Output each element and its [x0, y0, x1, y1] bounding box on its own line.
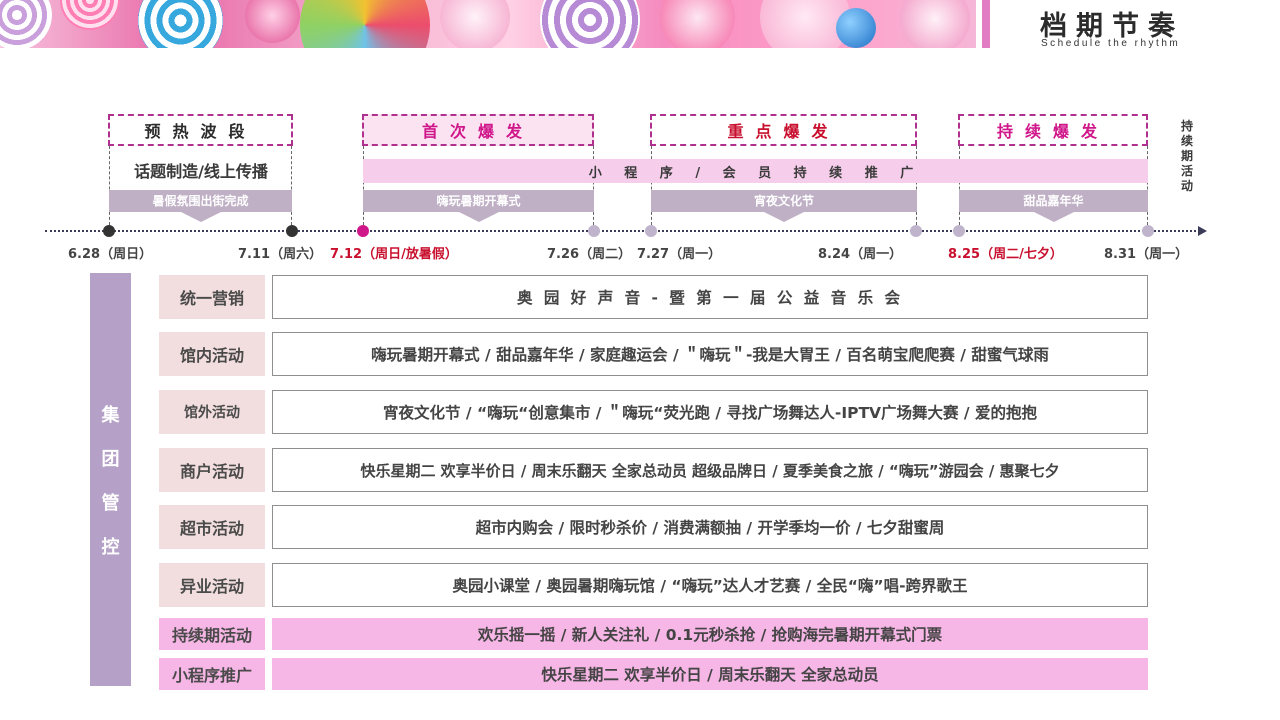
row-label-miniapp: 小程序推广 — [159, 658, 265, 690]
group-control-label: 集 团 管 控 — [90, 273, 131, 686]
divider — [291, 146, 292, 230]
timeline-arrow-icon — [1198, 226, 1207, 236]
phase-continuous-burst: 持续爆发 — [958, 114, 1148, 146]
candy-lollipop-icon — [60, 0, 120, 30]
row-content-indoor: 嗨玩暑期开幕式 / 甜品嘉年华 / 家庭趣运会 / ＂嗨玩＂-我是大胃王 / 百… — [272, 332, 1148, 376]
candy-lollipop-icon — [540, 0, 640, 48]
phase-first-burst: 首次爆发 — [362, 114, 594, 146]
row-content-unified-marketing: 奥 园 好 声 音 - 暨 第 一 届 公 益 音 乐 会 — [272, 275, 1148, 319]
row-label-unified-marketing: 统一营销 — [159, 275, 265, 319]
candy-lollipop-icon — [836, 8, 876, 48]
candy-lollipop-icon — [660, 0, 735, 48]
timeline-axis — [45, 230, 1200, 232]
date-label: 7.11（周六） — [238, 247, 323, 262]
candy-lollipop-icon — [0, 0, 52, 48]
row-content-continuous: 欢乐摇一摇 / 新人关注礼 / 0.1元秒杀抢 / 抢购海完暑期开幕式门票 — [272, 618, 1148, 650]
row-content-merchant: 快乐星期二 欢享半价日 / 周末乐翻天 全家总动员 超级品牌日 / 夏季美食之旅… — [272, 448, 1148, 492]
row-label-supermarket: 超市活动 — [159, 505, 265, 549]
timeline-dot — [953, 225, 965, 237]
divider — [109, 146, 110, 230]
candy-lollipop-icon — [440, 0, 510, 48]
row-label-merchant: 商户活动 — [159, 448, 265, 492]
event-tag-dessert-carnival: 甜品嘉年华 — [959, 190, 1148, 212]
timeline-dot — [103, 225, 115, 237]
candy-lollipop-icon — [900, 0, 970, 48]
row-content-outdoor: 宵夜文化节 / “嗨玩“创意集市 / ＂嗨玩“荧光跑 / 寻找广场舞达人-IPT… — [272, 390, 1148, 434]
date-label: 7.27（周一） — [637, 247, 722, 262]
timeline-dot — [910, 225, 922, 237]
timeline-dot — [1142, 225, 1154, 237]
topic-creation-text: 话题制造/线上传播 — [134, 162, 268, 181]
page-subtitle: Schedule the rhythm — [1041, 38, 1181, 49]
row-label-continuous: 持续期活动 — [159, 618, 265, 650]
date-label: 8.25（周二/七夕） — [948, 247, 1063, 262]
date-label: 7.26（周二） — [547, 247, 632, 262]
row-label-indoor: 馆内活动 — [159, 332, 265, 376]
timeline-dot — [588, 225, 600, 237]
row-label-outdoor: 馆外活动 — [159, 390, 265, 434]
candy-lollipop-icon — [138, 0, 223, 48]
timeline-dot — [645, 225, 657, 237]
candy-lollipop-icon — [245, 0, 300, 43]
row-content-crossover: 奥园小课堂 / 奥园暑期嗨玩馆 / “嗨玩”达人才艺赛 / 全民“嗨”唱-跨界歌… — [272, 563, 1148, 607]
candy-lollipop-icon — [300, 0, 430, 48]
date-label: 8.24（周一） — [818, 247, 903, 262]
timeline-dot — [357, 225, 369, 237]
phase-key-burst: 重点爆发 — [650, 114, 917, 146]
row-content-miniapp: 快乐星期二 欢享半价日 / 周末乐翻天 全家总动员 — [272, 658, 1148, 690]
timeline-dot — [286, 225, 298, 237]
phase-preheat: 预热波段 — [108, 114, 293, 146]
continuous-activity-label: 持续期活动 — [1181, 119, 1194, 193]
date-label: 6.28（周日） — [68, 247, 153, 262]
date-label: 7.12（周日/放暑假） — [330, 247, 458, 262]
row-content-supermarket: 超市内购会 / 限时秒杀价 / 消费满额抽 / 开学季均一价 / 七夕甜蜜周 — [272, 505, 1148, 549]
date-label: 8.31（周一） — [1104, 247, 1189, 262]
header-banner-image — [0, 0, 976, 48]
event-tag-opening-ceremony: 嗨玩暑期开幕式 — [363, 190, 594, 212]
event-tag-summer-atmosphere: 暑假氛围出街完成 — [109, 190, 292, 212]
row-label-crossover: 异业活动 — [159, 563, 265, 607]
miniapp-promo-bar: 小 程 序 / 会 员 持 续 推 广 — [363, 159, 1148, 183]
header-accent-bar — [982, 0, 990, 48]
event-tag-night-food-festival: 宵夜文化节 — [651, 190, 917, 212]
